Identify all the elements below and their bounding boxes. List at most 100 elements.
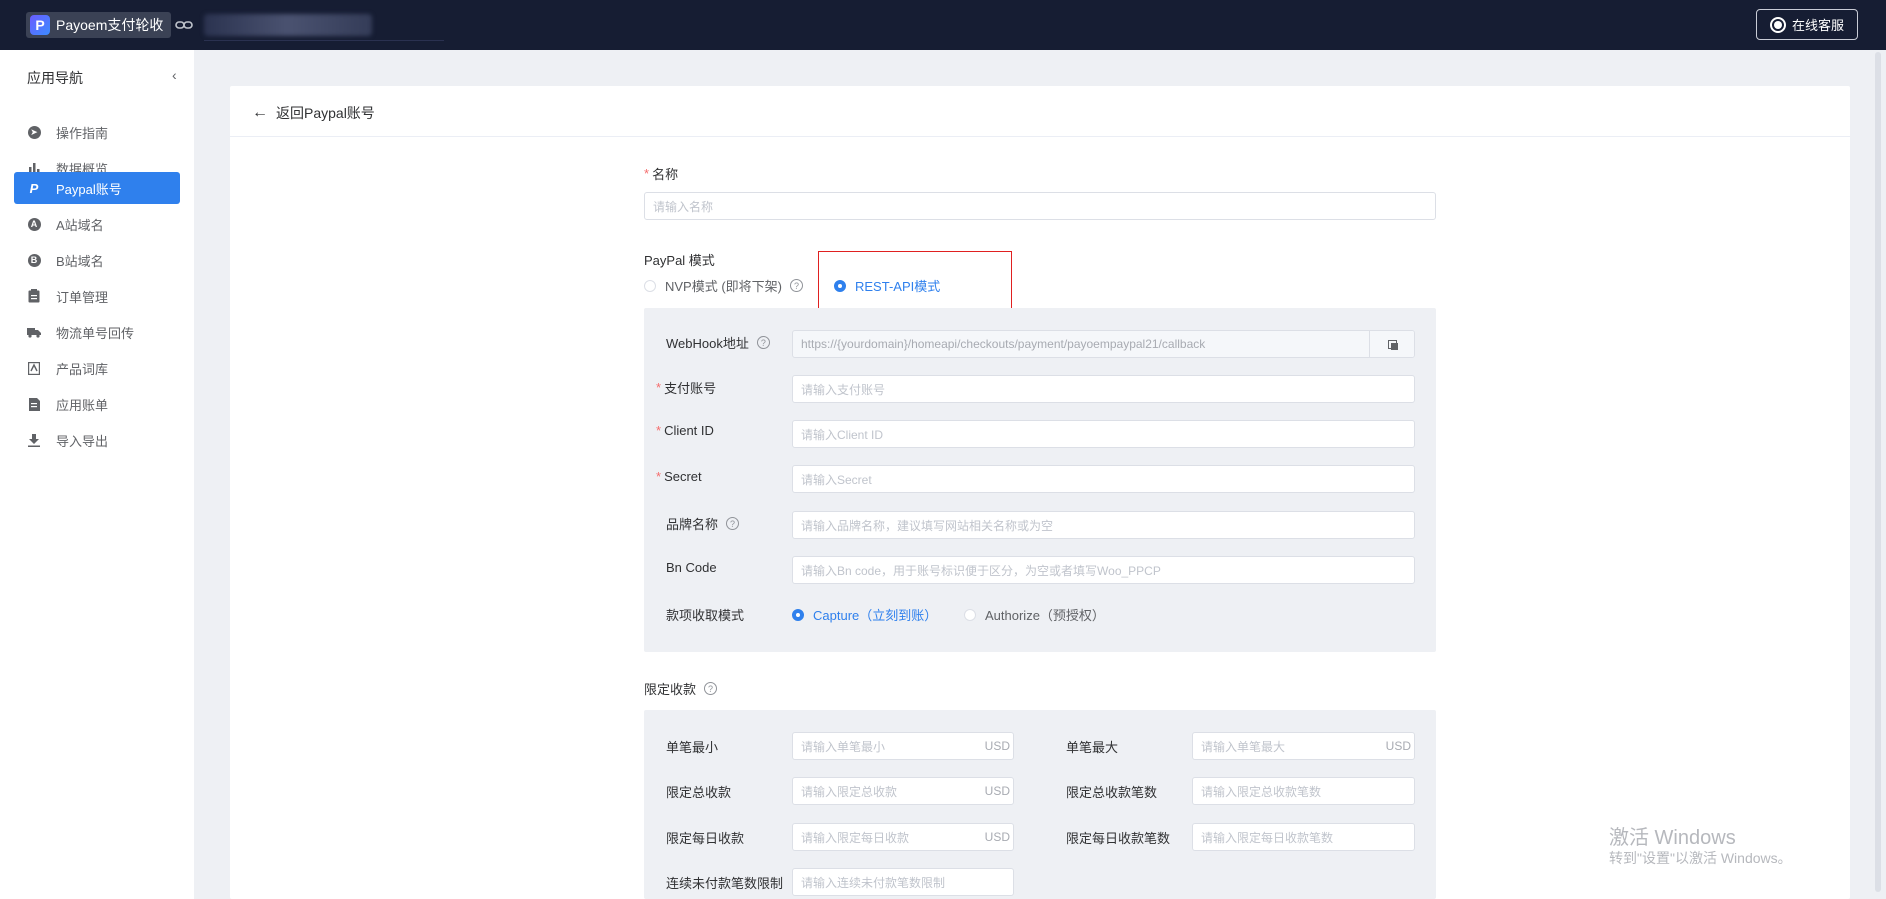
sidebar-item-label: 应用账单 [56,397,109,413]
help-icon[interactable]: ? [790,279,804,292]
sidebar-item-b-domain[interactable]: B B站域名 [14,244,180,276]
daily-input[interactable]: 请输入限定每日收款 USD [792,823,1014,851]
arrow-left-icon: ← [252,104,268,121]
online-service-label: 在线客服 [1791,18,1844,33]
sidebar: 应用导航 ‹ ➤ 操作指南 数据概览 P Paypal账号 A A站域名 B B… [0,50,194,899]
brand-input[interactable]: 请输入品牌名称，建议填写网站相关名称或为空 [792,511,1415,539]
radio-label: Capture（立刻到账） [813,608,938,623]
secret-label-text: Secret [664,469,702,484]
total-count-label: 限定总收款笔数 [1066,785,1158,800]
sidebar-item-orders[interactable]: 订单管理 [14,280,180,312]
radio-authorize[interactable]: Authorize（预授权） [964,605,1105,624]
name-placeholder: 请输入名称 [653,199,714,214]
unpaid-limit-placeholder: 请输入连续未付款笔数限制 [801,875,946,890]
page-scrollbar[interactable] [1875,52,1881,892]
windows-activation-title: 激活 Windows [1609,827,1736,849]
radio-capture[interactable]: Capture（立刻到账） [792,605,937,624]
brand-label: 品牌名称 ? [666,514,740,533]
daily-count-label: 限定每日收款笔数 [1066,831,1171,846]
main-card: ← 返回Paypal账号 * 名称 请输入名称 PayPal 模式 NVP模式 … [230,86,1850,899]
secret-placeholder: 请输入Secret [801,472,872,487]
account-input[interactable]: 请输入支付账号 [792,375,1415,403]
account-placeholder: 请输入支付账号 [801,382,886,397]
currency-suffix: USD [1385,739,1411,753]
webhook-url-field[interactable]: https://{yourdomain}/homeapi/checkouts/p… [792,330,1415,358]
sidebar-title: 应用导航 [27,70,83,86]
unpaid-limit-input[interactable]: 请输入连续未付款笔数限制 [792,868,1014,896]
client-id-input[interactable]: 请输入Client ID [792,420,1415,448]
total-input[interactable]: 请输入限定总收款 USD [792,777,1014,805]
required-mark: * [656,380,662,395]
radio-label: Authorize（预授权） [985,608,1105,623]
sidebar-item-logistics[interactable]: 物流单号回传 [14,316,180,348]
limits-title-text: 限定收款 [644,682,697,697]
windows-activation-text: 转到"设置"以激活 Windows。 [1609,850,1792,866]
total-count-input[interactable]: 请输入限定总收款笔数 [1192,777,1415,805]
sidebar-item-import-export[interactable]: 导入导出 [14,424,180,456]
b-circle-icon: B [27,253,41,267]
back-link[interactable]: ← 返回Paypal账号 [252,103,375,123]
name-label-text: 名称 [652,167,679,182]
capture-mode-label: 款项收取模式 [666,608,745,623]
sidebar-item-product-words[interactable]: 产品词库 [14,352,180,384]
brand-name: Payoem支付轮收 [56,17,164,33]
paypal-mode-label: PayPal 模式 [644,253,715,268]
limits-title: 限定收款 ? [644,679,718,698]
clipboard-icon [27,289,41,303]
a-circle-icon: A [27,217,41,231]
radio-circle [964,608,976,621]
name-label: * 名称 [644,164,678,183]
webhook-label-text: WebHook地址 [666,336,749,351]
required-mark: * [656,423,662,438]
download-icon [27,433,41,447]
sidebar-item-a-domain[interactable]: A A站域名 [14,208,180,240]
name-input[interactable]: 请输入名称 [644,192,1436,220]
sidebar-item-guide[interactable]: ➤ 操作指南 [14,116,180,148]
chevron-left-icon[interactable]: ‹ [172,67,177,83]
copy-button[interactable] [1369,331,1414,357]
daily-count-input[interactable]: 请输入限定每日收款笔数 [1192,823,1415,851]
account-label: * 支付账号 [656,378,716,397]
single-min-input[interactable]: 请输入单笔最小 USD [792,732,1014,760]
sidebar-item-label: A站域名 [56,217,104,233]
currency-suffix: USD [984,830,1010,844]
blurred-domain [204,14,372,36]
secret-label: * Secret [656,469,702,484]
help-icon[interactable]: ? [704,682,718,695]
client-id-placeholder: 请输入Client ID [801,427,884,442]
help-icon[interactable]: ? [756,336,770,349]
single-min-placeholder: 请输入单笔最小 [801,739,886,754]
sidebar-item-app-bill[interactable]: 应用账单 [14,388,180,420]
truck-icon [27,325,41,339]
single-max-input[interactable]: 请输入单笔最大 USD [1192,732,1415,760]
bn-code-placeholder: 请输入Bn code，用于账号标识便于区分，为空或者填写Woo_PPCP [801,563,1161,578]
headset-icon [1769,16,1786,33]
client-id-label: * Client ID [656,423,714,438]
webhook-url-value: https://{yourdomain}/homeapi/checkouts/p… [801,337,1206,351]
online-service-button[interactable]: 在线客服 [1756,9,1858,40]
daily-label: 限定每日收款 [666,831,745,846]
webhook-label: WebHook地址 ? [666,333,770,352]
radio-label: NVP模式 (即将下架) [665,279,783,294]
domain-underline [204,40,444,41]
receipt-icon [27,397,41,411]
card-header: ← 返回Paypal账号 [230,86,1850,137]
secret-input[interactable]: 请输入Secret [792,465,1415,493]
bn-code-label: Bn Code [666,560,717,575]
sidebar-item-paypal[interactable]: P Paypal账号 [14,172,180,204]
unpaid-limit-label: 连续未付款笔数限制 [666,876,784,891]
sidebar-item-label: 订单管理 [56,289,109,305]
link-icon[interactable] [175,17,193,33]
sidebar-item-label: 物流单号回传 [56,325,135,341]
single-max-label: 单笔最大 [1066,740,1119,755]
help-icon[interactable]: ? [726,517,740,530]
client-id-label-text: Client ID [664,423,714,438]
brand-label-text: 品牌名称 [666,517,719,532]
paypal-icon: P [29,180,39,196]
bn-code-input[interactable]: 请输入Bn code，用于账号标识便于区分，为空或者填写Woo_PPCP [792,556,1415,584]
currency-suffix: USD [984,784,1010,798]
highlight-annotation [818,251,1012,311]
top-bar: P Payoem支付轮收 在线客服 [0,0,1886,50]
radio-nvp-mode[interactable]: NVP模式 (即将下架) ? [644,276,804,295]
brand[interactable]: P Payoem支付轮收 [26,12,172,38]
